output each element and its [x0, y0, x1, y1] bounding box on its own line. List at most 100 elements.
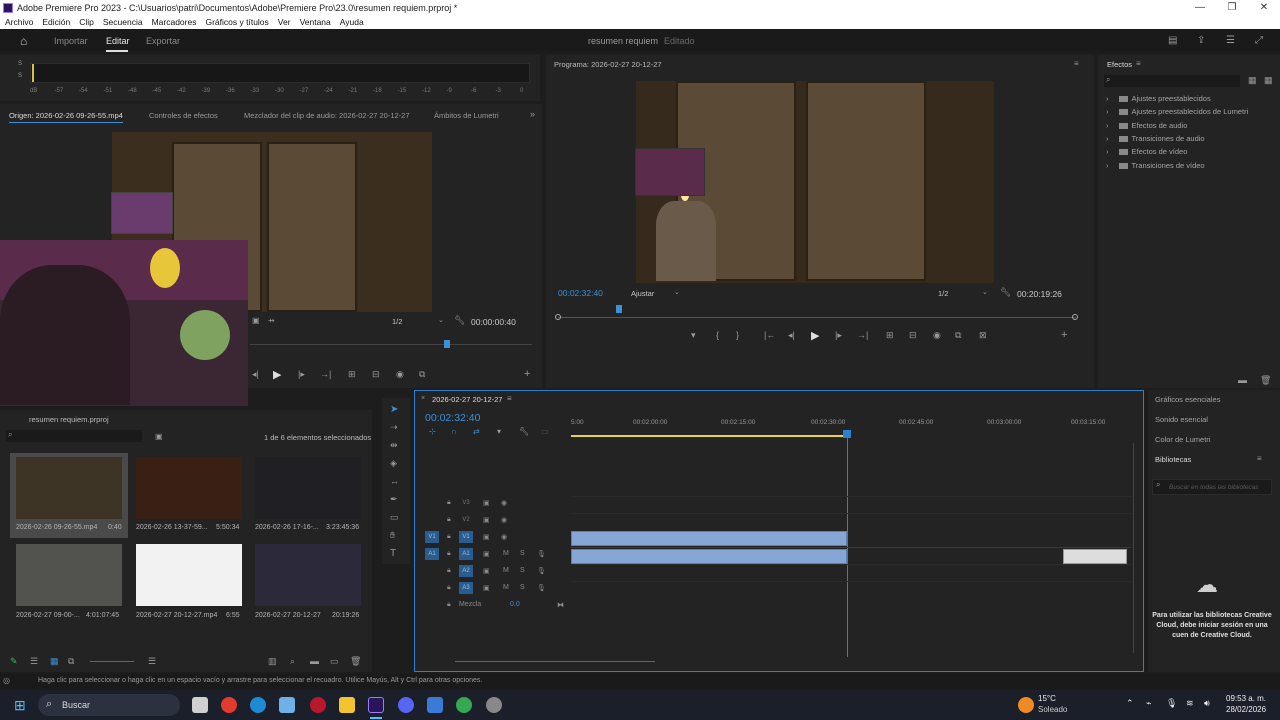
add-button-icon[interactable]: + [524, 368, 530, 380]
track-label-a1[interactable]: A1 [459, 548, 473, 560]
vertical-scrollbar[interactable] [1133, 443, 1134, 653]
lock-icon[interactable]: 🔒︎ [447, 533, 451, 541]
project-thumb[interactable] [16, 457, 122, 519]
project-thumb[interactable] [16, 544, 122, 606]
program-resolution[interactable]: 1/2 [938, 289, 948, 298]
dragged-clip[interactable] [1063, 549, 1127, 564]
edge-icon[interactable] [250, 697, 266, 713]
menu-clip[interactable]: Clip [79, 15, 94, 29]
tab-importar[interactable]: Importar [54, 36, 88, 46]
chevron-down-icon[interactable]: ⌄ [674, 288, 680, 296]
sync-lock-icon[interactable]: ▣ [483, 584, 490, 592]
wrench-icon[interactable]: 🔧︎ [454, 315, 465, 326]
add-marker-icon[interactable]: ▾ [497, 427, 501, 436]
scrub-end-handle[interactable] [1072, 314, 1078, 320]
captions-icon[interactable]: ▭ [541, 427, 549, 436]
sync-lock-icon[interactable]: ▣ [483, 567, 490, 575]
chrome-icon[interactable] [221, 697, 237, 713]
lock-icon[interactable]: 🔒︎ [447, 499, 451, 507]
freeform-view-icon[interactable]: ⧉ [68, 656, 74, 667]
effects-item[interactable]: › Ajustes preestablecidos [1106, 94, 1211, 103]
premiere-taskbar-icon[interactable] [368, 697, 384, 713]
copilot-icon[interactable] [279, 697, 295, 713]
eye-icon[interactable]: ◉ [501, 499, 507, 507]
effects-item[interactable]: › Efectos de audio [1106, 121, 1187, 130]
effects-title[interactable]: Efectos [1107, 60, 1132, 69]
taskbar-search[interactable]: ⌕ Buscar [38, 694, 180, 716]
step-back-icon[interactable]: ◂| [252, 369, 259, 380]
rectangle-icon[interactable]: ▭ [390, 512, 399, 523]
project-thumb[interactable] [255, 544, 361, 606]
tab-effect-controls[interactable]: Controles de efectos [149, 111, 218, 120]
chevron-down-icon[interactable]: ⌄ [982, 288, 988, 296]
lock-icon[interactable]: 🔒︎ [447, 516, 451, 524]
libraries-search-input[interactable]: ⌕ Buscar en todas las bibliotecas [1152, 479, 1272, 495]
go-to-in-icon[interactable]: |← [764, 330, 775, 340]
solo-button[interactable]: S [520, 550, 525, 557]
panel-libraries[interactable]: Bibliotecas [1155, 455, 1191, 464]
effects-item[interactable]: › Efectos de vídeo [1106, 147, 1187, 156]
new-item-icon[interactable]: ▭ [330, 656, 339, 667]
tab-editar[interactable]: Editar [106, 36, 130, 46]
track-label-v1[interactable]: V1 [459, 531, 473, 543]
lift-icon[interactable]: ⊞ [886, 330, 894, 341]
tab-source[interactable]: Origen: 2026-02-26 09-26-55.mp4 [9, 111, 123, 123]
add-button-icon[interactable]: + [1061, 329, 1067, 341]
program-timecode[interactable]: 00:02:32:40 [558, 288, 603, 298]
32bit-effects-icon[interactable]: ▦ [1264, 75, 1273, 86]
effects-search-input[interactable]: ⌕ [1104, 75, 1240, 87]
menu-marcadores[interactable]: Marcadores [152, 15, 197, 29]
nest-icon[interactable]: ⊹ [429, 427, 436, 436]
project-thumb[interactable] [255, 457, 361, 519]
menu-ayuda[interactable]: Ayuda [340, 15, 364, 29]
pencil-icon[interactable]: ✎ [10, 656, 18, 667]
microphone-icon[interactable]: 🎙︎ [537, 584, 546, 592]
insert-clip-icon[interactable]: ⊞ [348, 369, 356, 380]
vr-icon[interactable]: ⊠ [979, 330, 987, 341]
menu-edicion[interactable]: Edición [42, 15, 70, 29]
obs-icon[interactable] [486, 697, 502, 713]
track-label-a2[interactable]: A2 [459, 565, 473, 577]
work-area-bar[interactable] [571, 435, 847, 437]
chrome-alt-icon[interactable] [456, 697, 472, 713]
eye-icon[interactable]: ◉ [501, 516, 507, 524]
track-label-v3[interactable]: V3 [459, 497, 473, 509]
find-icon[interactable]: ⌕ [290, 656, 295, 667]
zoom-slider[interactable] [90, 661, 134, 662]
list-view-icon[interactable]: ☰ [30, 656, 38, 667]
tab-audio-clip-mixer[interactable]: Mezclador del clip de audio: 2026-02-27 … [244, 111, 410, 120]
source-patch-v1[interactable]: V1 [425, 531, 439, 543]
clock-time[interactable]: 09:53 a. m. [1226, 694, 1266, 703]
more-tabs-icon[interactable]: » [530, 109, 535, 119]
extract-icon[interactable]: ⊟ [909, 330, 917, 341]
timeline-timecode[interactable]: 00:02:32:40 [425, 412, 480, 424]
step-forward-icon[interactable]: |▸ [298, 369, 305, 380]
close-tab-icon[interactable]: × [421, 395, 425, 402]
settings-small-icon[interactable]: ▣ [252, 316, 260, 325]
play-icon[interactable]: ▶ [811, 329, 819, 342]
quick-export-icon[interactable]: ▤ [1168, 35, 1177, 46]
lock-icon[interactable]: 🔒︎ [447, 567, 451, 575]
camera-icon[interactable]: ◉ [933, 330, 941, 341]
eye-icon[interactable]: ◉ [501, 533, 507, 541]
hand-icon[interactable]: ✋︎ [390, 530, 395, 541]
mark-out-icon[interactable]: } [736, 330, 739, 340]
lock-icon[interactable]: 🔒︎ [447, 584, 451, 592]
type-tool-icon[interactable]: T [390, 548, 396, 559]
file-explorer-icon[interactable] [339, 697, 355, 713]
menu-secuencia[interactable]: Secuencia [103, 15, 143, 29]
tab-lumetri-scopes[interactable]: Ámbitos de Lumetri [434, 111, 499, 120]
source-scrub-bar[interactable] [250, 344, 532, 345]
wrench-icon[interactable]: 🔧︎ [1000, 287, 1011, 298]
solo-button[interactable]: S [520, 567, 525, 574]
insert-icon[interactable]: ⇸ [268, 316, 275, 325]
program-scrub-bar[interactable] [558, 317, 1076, 318]
weather-icon[interactable] [1018, 697, 1034, 713]
accelerated-effects-icon[interactable]: ▦ [1248, 75, 1257, 86]
tab-exportar[interactable]: Exportar [146, 36, 180, 46]
wifi-icon[interactable]: ≋ [1186, 698, 1194, 709]
bin-icon[interactable]: ▣ [155, 432, 163, 441]
selection-tool-icon[interactable]: ➤ [390, 404, 398, 415]
effects-item[interactable]: › Transiciones de audio [1106, 134, 1205, 143]
audio-clip[interactable] [571, 549, 847, 564]
